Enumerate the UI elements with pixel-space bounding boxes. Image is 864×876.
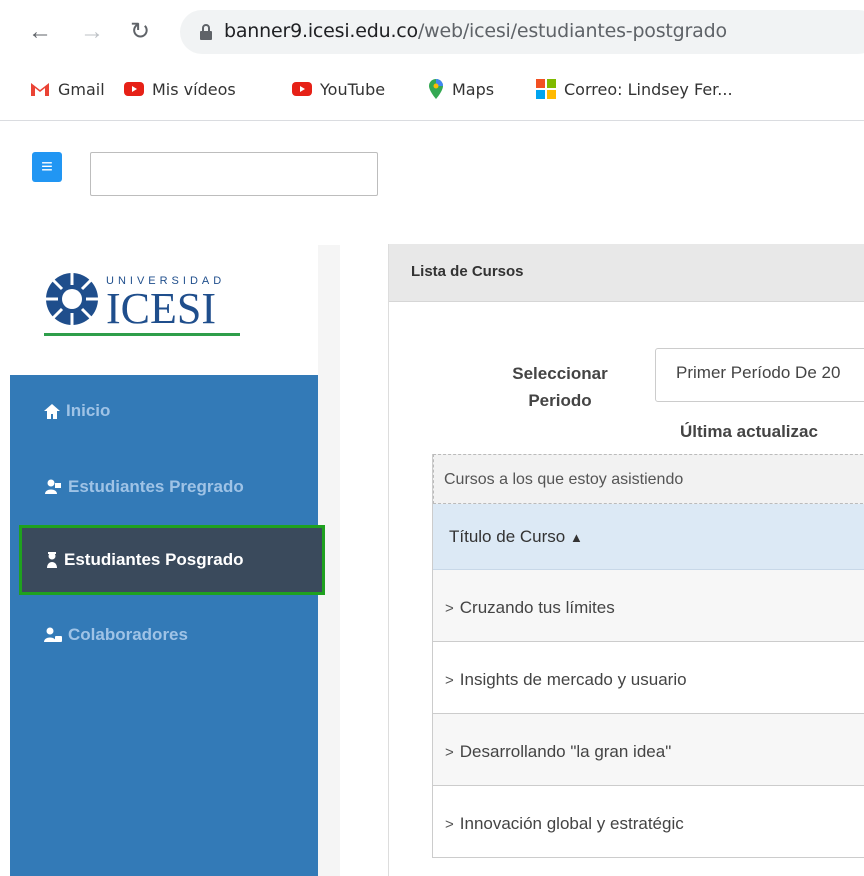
chrome-divider: [0, 120, 864, 121]
gmail-icon: [31, 83, 49, 96]
bookmark-label: Correo: Lindsey Fer...: [564, 79, 733, 99]
sidebar-item-inicio[interactable]: Inicio: [10, 381, 318, 441]
panel-title: Lista de Cursos: [411, 263, 524, 280]
chevron-right-icon: >: [445, 672, 454, 689]
table-body: > Cruzando tus límites > Insights de merca…: [433, 570, 864, 858]
course-title: Insights de mercado y usuario: [459, 670, 687, 689]
sidebar-item-colaboradores[interactable]: Colaboradores: [10, 605, 318, 665]
top-search-input[interactable]: [90, 152, 378, 196]
student-icon: [45, 479, 61, 494]
sidebar-item-label: Inicio: [66, 401, 111, 420]
bookmark-gmail[interactable]: Gmail: [30, 77, 105, 101]
period-label-line1: Seleccionar: [512, 364, 608, 383]
bookmark-youtube[interactable]: YouTube: [292, 77, 385, 101]
course-title: Desarrollando "la gran idea": [459, 742, 672, 761]
course-title: Innovación global y estratégic: [459, 814, 684, 833]
reload-icon[interactable]: ↻: [130, 18, 150, 46]
staff-icon: [44, 627, 62, 642]
microsoft-icon: [536, 79, 556, 99]
chevron-right-icon: >: [445, 816, 454, 833]
lock-icon: [200, 24, 212, 40]
sidebar-item-estudiantes-posgrado[interactable]: Estudiantes Posgrado: [19, 525, 325, 595]
period-select[interactable]: Primer Período De 20: [655, 348, 864, 402]
table-header-course-title[interactable]: Título de Curso ▲︎: [433, 504, 864, 570]
table-caption: Cursos a los que estoy asistiendo: [433, 454, 864, 504]
sidebar-item-label: Estudiantes Pregrado: [68, 477, 244, 496]
panel-header: Lista de Cursos: [389, 244, 864, 302]
last-update-text: Última actualizac: [680, 422, 818, 441]
course-title: Cruzando tus límites: [459, 598, 615, 617]
youtube-icon: [292, 82, 312, 96]
chevron-right-icon: >: [445, 744, 454, 761]
bookmark-label: YouTube: [320, 79, 386, 99]
chevron-right-icon: >: [445, 600, 454, 617]
icesi-emblem-icon: [46, 273, 98, 325]
sort-icon[interactable]: ▲︎: [570, 530, 583, 545]
youtube-icon: [124, 82, 144, 96]
sidebar-item-estudiantes-pregrado[interactable]: Estudiantes Pregrado: [10, 457, 318, 517]
table-row[interactable]: > Cruzando tus límites: [433, 570, 864, 642]
courses-table: Cursos a los que estoy asistiendo Título…: [432, 454, 864, 858]
bookmark-label: Mis vídeos: [152, 79, 236, 99]
logo-title: ICESI: [106, 284, 216, 333]
menu-toggle-button[interactable]: ≡: [32, 152, 62, 182]
period-label: Seleccionar Periodo: [490, 360, 630, 414]
period-label-line2: Periodo: [528, 391, 592, 410]
forward-arrow-icon[interactable]: →: [80, 18, 104, 46]
table-row[interactable]: > Insights de mercado y usuario: [433, 642, 864, 714]
bookmark-label: Maps: [452, 79, 495, 99]
bookmark-mis-videos[interactable]: Mis vídeos: [124, 77, 236, 101]
logo-underline: [44, 333, 240, 336]
home-icon: [44, 403, 60, 419]
logo-area: UNIVERSIDAD ICESI: [10, 245, 318, 375]
bookmark-maps[interactable]: Maps: [428, 77, 494, 101]
header-label: Título de Curso: [449, 527, 566, 546]
sidebar-item-label: Estudiantes Posgrado: [64, 550, 244, 569]
bookmark-label: Gmail: [58, 79, 105, 99]
sidebar: Inicio Estudiantes Pregrado Estudiantes …: [10, 375, 325, 876]
url-text: banner9.icesi.edu.co/web/icesi/estudiant…: [224, 20, 727, 42]
sidebar-item-label: Colaboradores: [68, 625, 188, 644]
bookmark-correo[interactable]: Correo: Lindsey Fer...: [536, 77, 733, 101]
table-row[interactable]: > Innovación global y estratégic: [433, 786, 864, 858]
back-arrow-icon[interactable]: ←: [28, 18, 52, 46]
maps-icon: [429, 79, 443, 99]
table-row[interactable]: > Desarrollando "la gran idea": [433, 714, 864, 786]
graduate-icon: [47, 552, 57, 568]
